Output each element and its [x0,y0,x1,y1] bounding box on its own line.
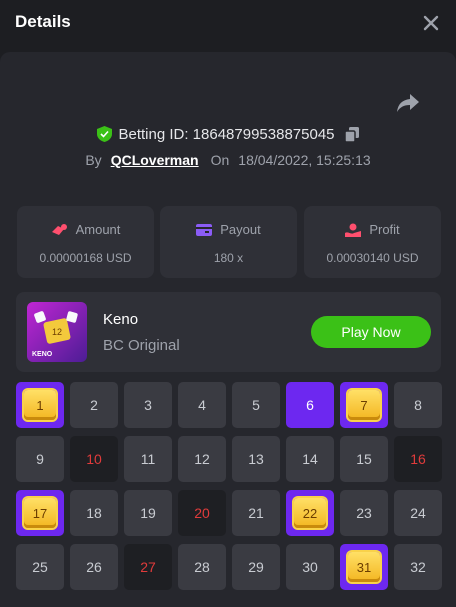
gem-icon: 31 [348,552,380,582]
keno-cell-7: 7 [340,382,388,428]
profit-value: 0.00030140 USD [326,251,419,265]
keno-cell-16: 16 [394,436,442,482]
amount-label: Amount [75,222,121,237]
keno-cell-3: 3 [124,382,172,428]
on-label: On [210,152,230,168]
user-link[interactable]: QCLoverman [111,152,199,168]
keno-cell-8: 8 [394,382,442,428]
profit-card: Profit 0.00030140 USD [304,206,441,278]
keno-cell-32: 32 [394,544,442,590]
keno-game-thumbnail[interactable]: 12 KENO [27,302,87,362]
svg-text:12: 12 [52,327,62,337]
game-subtitle: BC Original [103,337,180,354]
payout-label: Payout [220,222,261,237]
gem-icon: 17 [24,498,56,528]
game-card: 12 KENO Keno BC Original Play Now [16,292,441,372]
bet-meta-row: By QCLoverman On 18/04/2022, 15:25:13 [0,150,456,170]
keno-cell-5: 5 [232,382,280,428]
keno-cell-21: 21 [232,490,280,536]
keno-cell-26: 26 [70,544,118,590]
keno-cell-30: 30 [286,544,334,590]
copy-icon[interactable] [344,126,359,142]
amount-card: Amount 0.00000168 USD [17,206,154,278]
keno-cell-27: 27 [124,544,172,590]
bet-datetime: 18/04/2022, 15:25:13 [238,152,371,168]
keno-cell-31: 31 [340,544,388,590]
shield-check-icon [97,126,113,142]
close-icon[interactable] [422,14,440,32]
payout-value: 180 x [213,251,244,265]
keno-cell-1: 1 [16,382,64,428]
keno-cell-12: 12 [178,436,226,482]
keno-cell-23: 23 [340,490,388,536]
keno-cell-18: 18 [70,490,118,536]
gem-icon: 22 [294,498,326,528]
payout-card: Payout 180 x [160,206,297,278]
keno-cell-6: 6 [286,382,334,428]
keno-cell-11: 11 [124,436,172,482]
keno-cell-22: 22 [286,490,334,536]
keno-cell-24: 24 [394,490,442,536]
svg-text:KENO: KENO [32,351,53,358]
coins-icon [51,223,67,235]
keno-cell-2: 2 [70,382,118,428]
betting-id: Betting ID: 1864879953887504​5 [118,125,335,143]
gem-icon: 7 [348,390,380,420]
betting-id-row: Betting ID: 1864879953887504​5 [0,124,456,144]
keno-cell-19: 19 [124,490,172,536]
keno-cell-15: 15 [340,436,388,482]
play-now-button[interactable]: Play Now [311,316,431,348]
game-name: Keno [103,311,139,328]
card-icon [196,223,213,236]
details-header: Details [0,0,456,46]
keno-cell-4: 4 [178,382,226,428]
keno-cell-29: 29 [232,544,280,590]
keno-cell-13: 13 [232,436,280,482]
keno-cell-25: 25 [16,544,64,590]
page-title: Details [15,12,71,31]
amount-value: 0.00000168 USD [39,251,132,265]
keno-cell-17: 17 [16,490,64,536]
share-icon[interactable] [396,92,420,114]
keno-cell-9: 9 [16,436,64,482]
profit-icon [345,223,362,237]
gem-icon: 1 [24,390,56,420]
profit-label: Profit [369,222,400,237]
keno-cell-10: 10 [70,436,118,482]
by-label: By [85,152,102,168]
keno-cell-28: 28 [178,544,226,590]
keno-cell-20: 20 [178,490,226,536]
keno-cell-14: 14 [286,436,334,482]
